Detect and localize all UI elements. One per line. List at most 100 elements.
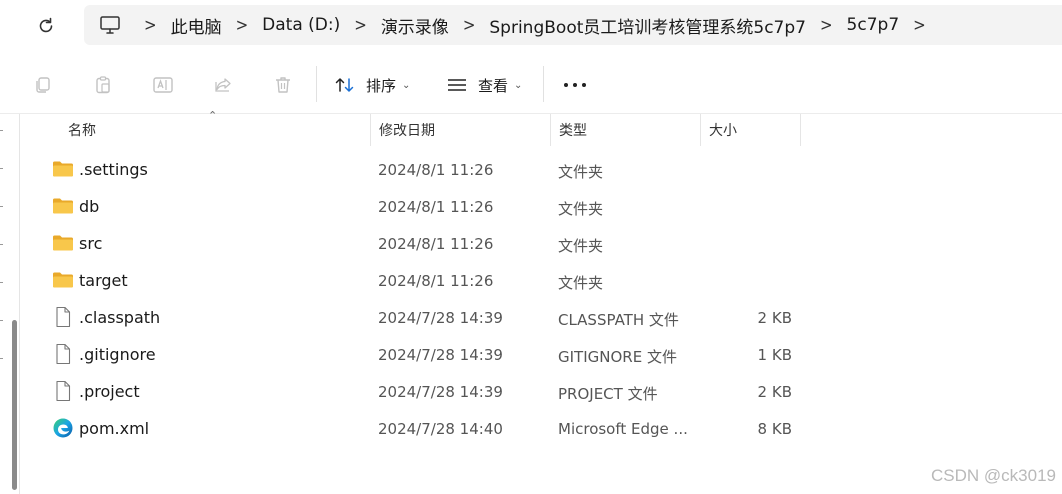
this-pc-icon[interactable] (98, 13, 122, 37)
more-dot (564, 83, 568, 87)
file-name: .gitignore (79, 345, 156, 364)
file-row[interactable]: pom.xml 2024/7/28 14:40 Microsoft Edge .… (30, 410, 1030, 447)
nav-tick (0, 320, 3, 321)
folder-icon (53, 235, 73, 251)
nav-tick (0, 282, 3, 283)
more-dot (573, 83, 577, 87)
address-row: > 此电脑 > Data (D:) > 演示录像 > SpringBoot员工培… (0, 0, 1062, 52)
file-icon (56, 306, 71, 328)
column-type-label: 类型 (559, 123, 587, 139)
breadcrumb-drive[interactable]: Data (D:) (262, 15, 340, 35)
file-size: 2 KB (757, 309, 792, 327)
file-type: 文件夹 (558, 163, 604, 181)
file-name: target (79, 271, 128, 290)
copy-icon (36, 77, 50, 93)
more-options-button[interactable] (560, 78, 590, 92)
navigation-pane-edge (0, 114, 20, 494)
rename-button[interactable] (148, 70, 178, 100)
file-name: .settings (79, 160, 148, 179)
file-row[interactable]: .settings 2024/8/1 11:26 文件夹 (30, 151, 1030, 188)
share-button[interactable] (208, 70, 238, 100)
column-header-type[interactable]: 类型 (551, 114, 701, 146)
column-modified-label: 修改日期 (379, 123, 435, 139)
chevron-down-icon: ⌄ (402, 79, 411, 91)
nav-tick (0, 168, 3, 169)
chevron-right-icon[interactable]: > (820, 15, 833, 35)
column-header-size[interactable]: 大小 (701, 114, 801, 146)
file-type: 文件夹 (558, 237, 604, 255)
nav-scrollbar-thumb[interactable] (12, 320, 17, 490)
file-row[interactable]: .classpath 2024/7/28 14:39 CLASSPATH 文件 … (30, 299, 1030, 336)
toolbar-divider (316, 66, 317, 102)
copy-button[interactable] (28, 70, 58, 100)
chevron-right-icon[interactable]: > (354, 15, 367, 35)
column-name-label: 名称 (68, 123, 96, 139)
folder-icon (53, 272, 73, 288)
more-dot (582, 83, 586, 87)
breadcrumb-this-pc[interactable]: 此电脑 (171, 13, 222, 38)
file-row[interactable]: db 2024/8/1 11:26 文件夹 (30, 188, 1030, 225)
sort-button[interactable]: 排序 ⌄ (334, 68, 410, 102)
folder-icon (53, 161, 73, 177)
nav-tick (0, 358, 3, 359)
file-name: .project (79, 382, 140, 401)
paste-button[interactable] (88, 70, 118, 100)
paste-icon (96, 76, 110, 94)
refresh-icon (39, 17, 53, 33)
file-modified: 2024/8/1 11:26 (378, 198, 494, 216)
file-row[interactable]: target 2024/8/1 11:26 文件夹 (30, 262, 1030, 299)
nav-tick (0, 206, 3, 207)
sort-label: 排序 (366, 76, 397, 95)
folder-icon (53, 198, 73, 214)
file-name: db (79, 197, 100, 216)
file-modified: 2024/8/1 11:26 (378, 235, 494, 253)
rename-icon (153, 77, 173, 93)
file-type: CLASSPATH 文件 (558, 311, 679, 329)
file-name: src (79, 234, 103, 253)
column-size-label: 大小 (709, 123, 737, 139)
file-row[interactable]: .project 2024/7/28 14:39 PROJECT 文件 2 KB (30, 373, 1030, 410)
toolbar-divider (543, 66, 544, 102)
file-size: 8 KB (757, 420, 792, 438)
file-name: .classpath (79, 308, 161, 327)
file-modified: 2024/7/28 14:39 (378, 309, 503, 327)
share-icon (215, 78, 231, 92)
sort-icon (335, 78, 354, 92)
chevron-right-icon[interactable]: > (913, 15, 926, 35)
delete-button[interactable] (268, 70, 298, 100)
watermark: CSDN @ck3019 (931, 466, 1056, 485)
column-header-name[interactable]: 名称 (60, 114, 371, 146)
file-type: 文件夹 (558, 200, 604, 218)
file-row[interactable]: src 2024/8/1 11:26 文件夹 (30, 225, 1030, 262)
file-size: 1 KB (757, 346, 792, 364)
column-header-modified[interactable]: 修改日期 (371, 114, 551, 146)
trash-icon (276, 77, 290, 93)
file-size: 2 KB (757, 383, 792, 401)
view-lines-icon (448, 79, 466, 91)
file-type: 文件夹 (558, 274, 604, 292)
breadcrumb-project[interactable]: SpringBoot员工培训考核管理系统5c7p7 (489, 13, 806, 38)
view-label: 查看 (478, 76, 509, 95)
chevron-right-icon[interactable]: > (144, 15, 157, 35)
file-modified: 2024/8/1 11:26 (378, 272, 494, 290)
view-button[interactable]: 查看 ⌄ (446, 68, 522, 102)
file-modified: 2024/7/28 14:39 (378, 346, 503, 364)
command-bar: 排序 ⌄ 查看 ⌄ (0, 56, 1062, 114)
breadcrumb-folder[interactable]: 演示录像 (381, 13, 449, 38)
edge-icon (53, 418, 73, 438)
address-bar[interactable]: > 此电脑 > Data (D:) > 演示录像 > SpringBoot员工培… (84, 5, 1062, 45)
chevron-right-icon[interactable]: > (463, 15, 476, 35)
file-icon (56, 380, 71, 402)
breadcrumb-current[interactable]: 5c7p7 (847, 15, 900, 35)
file-type: PROJECT 文件 (558, 385, 658, 403)
file-row[interactable]: .gitignore 2024/7/28 14:39 GITIGNORE 文件 … (30, 336, 1030, 373)
file-modified: 2024/8/1 11:26 (378, 161, 494, 179)
refresh-button[interactable] (31, 11, 61, 41)
file-name: pom.xml (79, 419, 150, 438)
chevron-right-icon[interactable]: > (236, 15, 249, 35)
file-modified: 2024/7/28 14:39 (378, 383, 503, 401)
file-type: Microsoft Edge ... (558, 420, 688, 438)
file-type: GITIGNORE 文件 (558, 348, 677, 366)
file-icon (56, 343, 71, 365)
nav-tick (0, 244, 3, 245)
